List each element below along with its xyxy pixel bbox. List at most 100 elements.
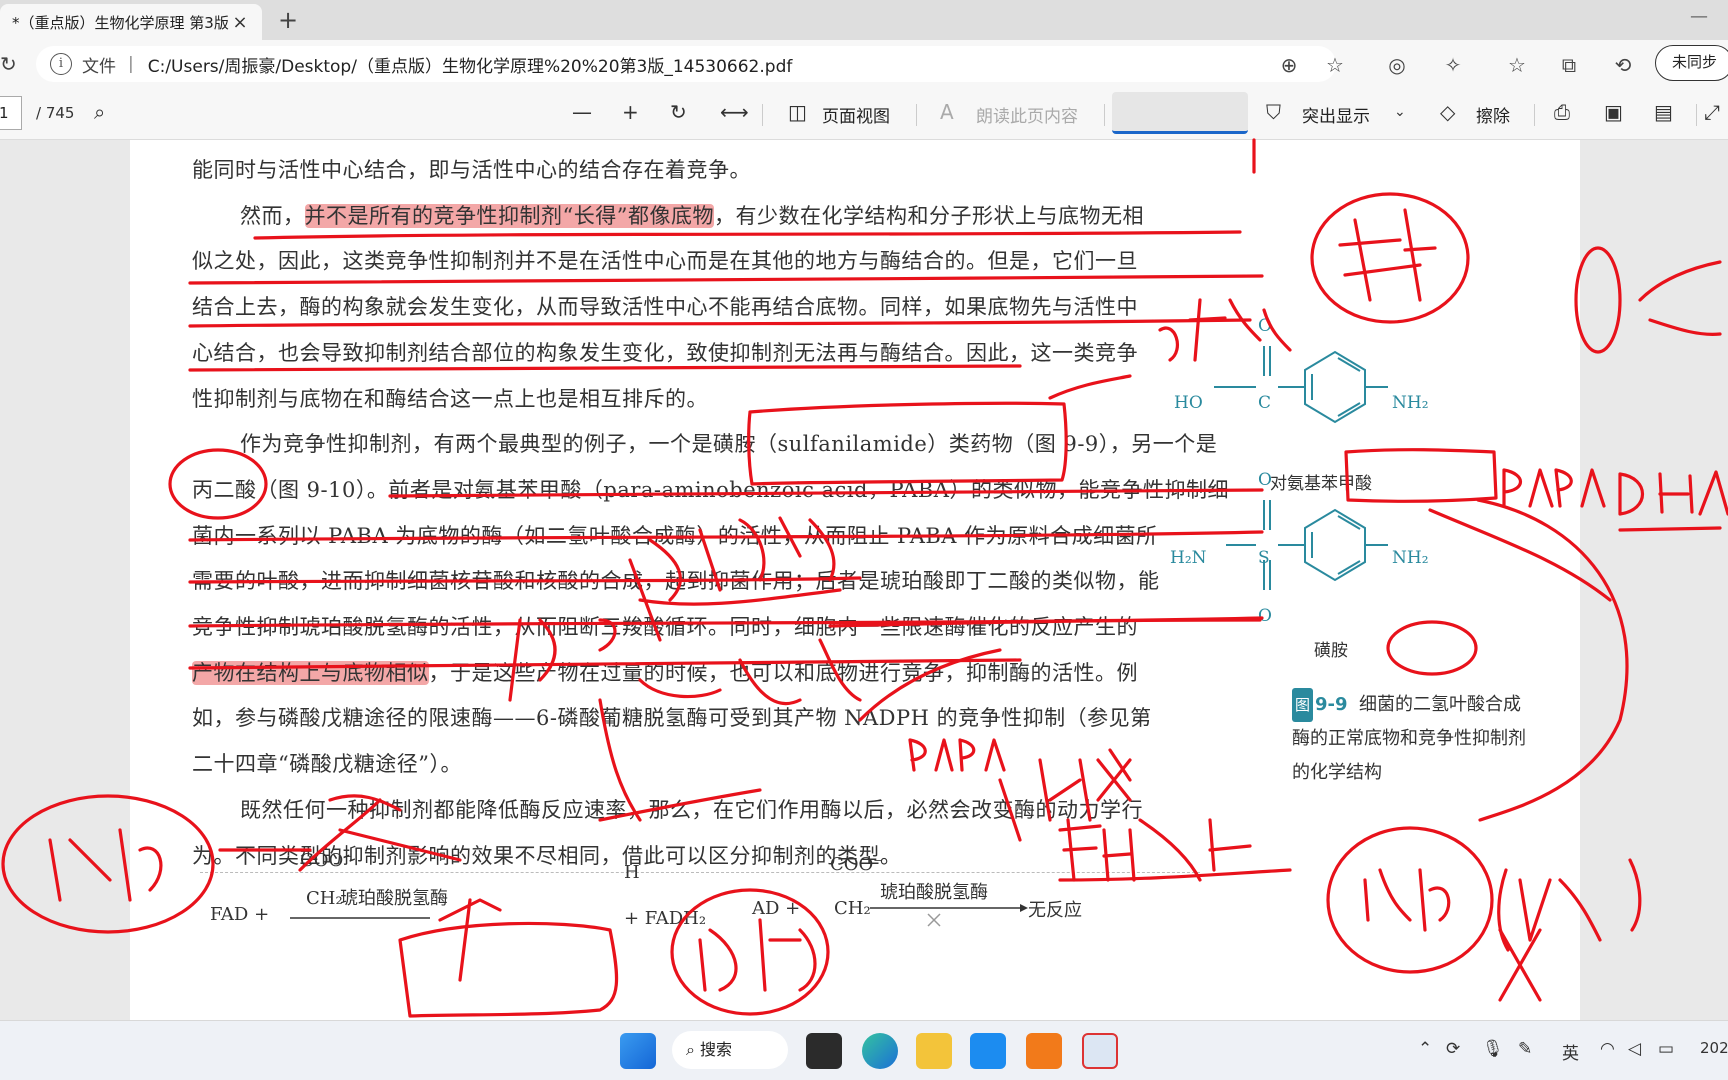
figure-number: 9-9 <box>1315 694 1348 715</box>
chem-atom: O <box>1258 606 1272 626</box>
taskbar-search[interactable]: ⌕ 搜索 <box>672 1031 788 1069</box>
expand-icon[interactable]: ⤢ <box>1704 100 1720 124</box>
clock[interactable]: 202 <box>1700 1039 1728 1057</box>
figure-badge: 图 <box>1292 688 1314 722</box>
paba-label: 对氨基苯甲酸 <box>1270 474 1372 494</box>
chem-atom: NH₂ <box>1392 548 1429 568</box>
search-icon[interactable]: ⌕ <box>94 100 105 124</box>
file-explorer-icon[interactable] <box>916 1033 952 1069</box>
close-icon[interactable]: × <box>230 12 250 33</box>
task-view-icon[interactable] <box>806 1033 842 1069</box>
reaction-ch2: CH₂ <box>834 898 871 919</box>
page-view-icon: ◫ <box>788 100 807 124</box>
url-text[interactable]: C:/Users/周振豪/Desktop/（重点版）生物化学原理%20%20第3… <box>148 52 793 77</box>
chevron-down-icon[interactable]: ⌄ <box>1394 104 1406 120</box>
text-line: 能同时与活性中心结合，即与活性中心的结合存在着竞争。 <box>192 158 751 182</box>
url-box[interactable]: i 文件 | C:/Users/周振豪/Desktop/（重点版）生物化学原理%… <box>36 46 1336 82</box>
rotate-icon[interactable]: ↻ <box>670 100 687 124</box>
highlight-button[interactable]: 突出显示 <box>1302 102 1370 127</box>
page-number-input[interactable]: 1 <box>0 96 22 130</box>
figure-caption: 图 9-9 细菌的二氢叶酸合成酶的正常底物和竞争性抑制剂的化学结构 <box>1292 688 1532 790</box>
reaction-product: 无反应 <box>1028 900 1082 921</box>
history-icon[interactable]: ⟲ <box>1610 53 1636 77</box>
start-icon[interactable] <box>620 1033 656 1069</box>
text-line: 产物在结构上与底物相似，于是这些产物在过量的时候，也可以和底物进行竞争，抑制酶的… <box>192 660 1138 685</box>
text-line: 然而，并不是所有的竞争性抑制剂“长得”都像底物，有少数在化学结构和分子形状上与底… <box>240 203 1144 228</box>
reaction-coo: COO⁻ <box>830 854 883 875</box>
save-icon[interactable]: ▣ <box>1604 100 1623 124</box>
video-app-icon[interactable] <box>970 1033 1006 1069</box>
text-line: 菌内一系列以 PABA 为底物的酶（如二氢叶酸合成酶）的活性，从而阻止 PABA… <box>192 523 1158 548</box>
pen-icon[interactable]: ✎ <box>1518 1039 1532 1059</box>
address-bar: ↻ i 文件 | C:/Users/周振豪/Desktop/（重点版）生物化学原… <box>0 40 1728 88</box>
browser-tab[interactable]: *（重点版）生物化学原理 第3版 × <box>0 4 262 40</box>
pdf-page[interactable]: 能同时与活性中心结合，即与活性中心的结合存在着竞争。 然而，并不是所有的竞争性抑… <box>130 140 1580 1020</box>
wifi-icon[interactable]: ◠ <box>1600 1039 1615 1059</box>
collections-icon[interactable]: ⧉ <box>1556 53 1582 77</box>
divider <box>1104 104 1105 126</box>
sync-button[interactable]: 未同步 <box>1655 45 1728 81</box>
sync-icon[interactable]: ⟳ <box>1446 1039 1460 1059</box>
fit-width-icon[interactable]: ⟷ <box>720 100 749 124</box>
extensions-icon[interactable]: ✧ <box>1440 53 1466 77</box>
eraser-icon: ◇ <box>1440 100 1456 124</box>
tab-title: *（重点版）生物化学原理 第3版 <box>12 13 229 32</box>
page-total: / 745 <box>36 104 75 122</box>
divider: | <box>128 54 134 74</box>
divider <box>762 104 763 126</box>
text-line: 丙二酸（图 9-10）。前者是对氨基苯甲酸（para-aminobenzoic … <box>192 477 1229 502</box>
highlight-text: 并不是所有的竞争性抑制剂“长得”都像底物 <box>304 203 714 228</box>
info-icon[interactable]: i <box>50 53 72 75</box>
microphone-icon[interactable]: 🎙 <box>1482 1039 1504 1059</box>
read-aloud-icon: A <box>940 100 954 124</box>
zoom-out-button[interactable]: — <box>572 100 592 124</box>
favorite-add-icon[interactable]: ☆ <box>1322 53 1348 77</box>
print-icon[interactable]: ⎙ <box>1554 100 1570 124</box>
divider <box>1534 104 1535 126</box>
chem-atom: O <box>1258 470 1272 490</box>
chem-atom: HO <box>1174 393 1203 413</box>
search-label: 搜索 <box>700 1040 733 1059</box>
ime-indicator[interactable]: 英 <box>1562 1039 1579 1064</box>
edge-icon[interactable] <box>862 1033 898 1069</box>
text-line: 竞争性抑制琥珀酸脱氢酶的活性，从而阻断三羧酸循环。同时，细胞内一些限速酶催化的反… <box>192 615 1138 640</box>
tracking-icon[interactable]: ◎ <box>1384 53 1410 77</box>
draw-active-indicator <box>1112 92 1248 134</box>
reaction-arrow <box>870 904 1028 927</box>
chem-atom: NH₂ <box>1392 393 1429 413</box>
divider <box>200 872 1200 873</box>
zoom-icon[interactable]: ⊕ <box>1276 53 1302 77</box>
battery-icon[interactable]: ▭ <box>1658 1039 1674 1059</box>
highlight-text: 产物在结构上与底物相似 <box>192 660 429 685</box>
refresh-icon[interactable]: ↻ <box>0 52 17 76</box>
benzene-ring <box>1304 508 1366 582</box>
minimize-icon[interactable]: — <box>1690 6 1708 27</box>
chem-atom: S <box>1258 548 1270 568</box>
ink-circle <box>1574 246 1622 354</box>
body-text: 能同时与活性中心结合，即与活性中心的结合存在着竞争。 然而，并不是所有的竞争性抑… <box>192 148 1229 879</box>
text-line: 似之处，因此，这类竞争性抑制剂并不是在活性中心而是在其他的地方与酶结合的。但是，… <box>192 249 1138 274</box>
pdf-toolbar: 1 / 745 ⌕ — + ↻ ⟷ ◫ 页面视图 A 朗读此页内容 ▽ 绘制 ⌄… <box>0 88 1728 140</box>
chem-atom: O <box>1258 316 1272 336</box>
taskbar: ⌕ 搜索 ⌃ ⟳ 🎙 ✎ 英 ◠ ◁ ▭ 202 <box>0 1020 1728 1080</box>
volume-icon[interactable]: ◁ <box>1628 1039 1641 1059</box>
reaction-ch2: CH₂ <box>306 888 343 909</box>
whiteboard-app-icon[interactable] <box>1082 1033 1118 1069</box>
reaction-h: H <box>624 862 640 883</box>
zoom-in-button[interactable]: + <box>622 100 639 124</box>
text-line: 结合上去，酶的构象就会发生变化，从而导致活性中心不能再结合底物。同样，如果底物先… <box>192 295 1138 320</box>
chevron-up-icon[interactable]: ⌃ <box>1418 1039 1432 1059</box>
erase-button[interactable]: 擦除 <box>1476 102 1510 127</box>
reaction-fad: AD + <box>752 898 801 919</box>
office-app-icon[interactable] <box>1026 1033 1062 1069</box>
favorites-icon[interactable]: ☆ <box>1504 53 1530 77</box>
text-line: 需要的叶酸，进而抑制细菌核苷酸和核酸的合成，起到抑菌作用；后者是琥珀酸即丁二酸的… <box>192 569 1160 594</box>
read-aloud-button[interactable]: 朗读此页内容 <box>976 102 1078 127</box>
new-tab-button[interactable]: + <box>274 6 302 34</box>
page-view-button[interactable]: 页面视图 <box>822 102 890 127</box>
text-line: 既然任何一种抑制剂都能降低酶反应速率，那么，在它们作用酶以后，必然会改变酶的动力… <box>240 797 1143 822</box>
sulfa-label: 磺胺 <box>1314 641 1348 661</box>
reaction-coo: COO⁻ <box>300 850 353 871</box>
text-line: 心结合，也会导致抑制剂结合部位的构象发生变化，致使抑制剂无法再与酶结合。因此，这… <box>192 340 1138 365</box>
save-as-icon[interactable]: ▤ <box>1654 100 1673 124</box>
